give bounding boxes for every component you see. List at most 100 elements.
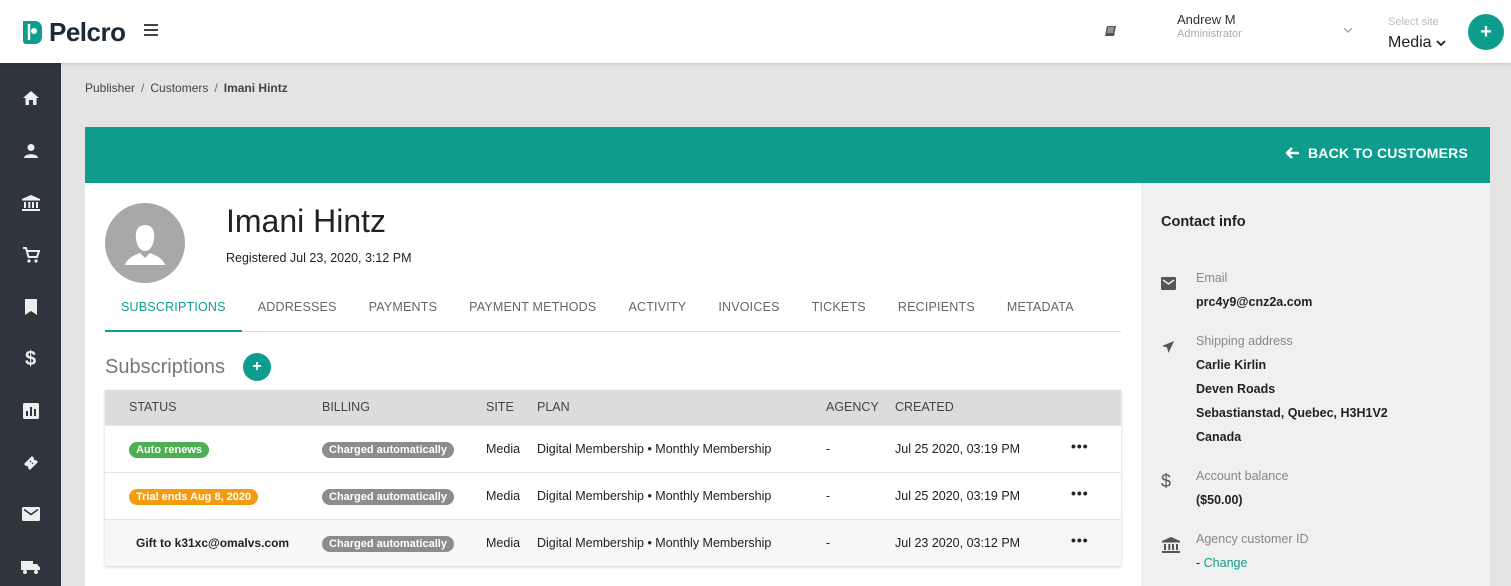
top-bar: Pelcro Andrew M Administrator Select sit… — [0, 0, 1511, 63]
shipping-address-label: Shipping address — [1196, 334, 1293, 348]
book-icon[interactable] — [1104, 24, 1118, 38]
shipping-address-line-3: Sebastianstad, Quebec, H3H1V2 — [1196, 406, 1388, 420]
customer-name: Imani Hintz — [226, 203, 387, 239]
sidebar-item-bank[interactable] — [0, 183, 61, 223]
tab-activity[interactable]: ACTIVITY — [612, 289, 702, 332]
chevron-down-icon — [1435, 40, 1446, 47]
tab-payment-methods[interactable]: PAYMENT METHODS — [453, 289, 612, 332]
account-balance-value: ($50.00) — [1196, 493, 1243, 507]
contact-info-heading: Contact info — [1161, 214, 1246, 230]
table-row[interactable]: Trial ends Aug 8, 2020 Charged automatic… — [105, 472, 1121, 519]
sidebar-item-shipping[interactable] — [0, 547, 61, 586]
gift-recipient-text: Gift to k31xc@omalvs.com — [136, 536, 290, 550]
account-balance-label: Account balance — [1196, 469, 1289, 483]
bookmark-icon — [24, 299, 37, 315]
sidebar-item-cart[interactable] — [0, 235, 61, 275]
sidebar-item-customers[interactable] — [0, 131, 61, 171]
home-icon — [22, 91, 39, 105]
site-select-value: Media — [1388, 34, 1432, 51]
tab-addresses[interactable]: ADDRESSES — [242, 289, 353, 332]
add-subscription-button[interactable]: + — [243, 353, 271, 381]
shipping-address-line-1: Carlie Kirlin — [1196, 358, 1267, 372]
pelcro-logo-icon — [23, 21, 42, 44]
created-cell: Jul 23 2020, 03:12 PM — [895, 536, 1021, 550]
registered-date: Registered Jul 23, 2020, 3:12 PM — [226, 251, 412, 265]
breadcrumb-current: Imani Hintz — [223, 81, 288, 95]
agency-customer-id-label: Agency customer ID — [1196, 532, 1309, 546]
email-icon — [1161, 277, 1176, 290]
sidebar-item-home[interactable] — [0, 78, 61, 118]
site-cell: Media — [486, 442, 521, 456]
shipping-address-line-4: Canada — [1196, 430, 1242, 444]
site-cell: Media — [486, 489, 521, 503]
created-cell: Jul 25 2020, 03:19 PM — [895, 442, 1021, 456]
bank-icon — [1162, 537, 1180, 553]
pelcro-logo[interactable]: Pelcro — [20, 17, 126, 48]
bank-icon — [21, 195, 40, 211]
customer-card-header: BACK TO CUSTOMERS — [85, 127, 1490, 183]
chart-icon — [22, 403, 39, 419]
column-header-agency[interactable]: AGENCY — [826, 400, 879, 414]
person-icon — [23, 144, 38, 158]
plan-cell: Digital Membership • Monthly Membership — [537, 489, 772, 503]
column-header-plan[interactable]: PLAN — [537, 400, 570, 414]
row-actions-menu-icon[interactable]: ••• — [1071, 485, 1089, 501]
row-actions-menu-icon[interactable]: ••• — [1071, 438, 1089, 454]
agency-change-link[interactable]: Change — [1204, 556, 1248, 570]
cart-icon — [22, 247, 40, 263]
back-to-customers-label: BACK TO CUSTOMERS — [1307, 145, 1468, 161]
breadcrumb: Publisher / Customers / Imani Hintz — [85, 81, 288, 95]
table-row[interactable]: Gift to k31xc@omalvs.com Charged automat… — [105, 519, 1121, 566]
tab-subscriptions[interactable]: SUBSCRIPTIONS — [105, 289, 242, 332]
sidebar-item-reports[interactable] — [0, 391, 61, 431]
column-header-billing[interactable]: BILLING — [322, 400, 370, 414]
site-cell: Media — [486, 536, 521, 550]
column-header-site[interactable]: SITE — [486, 400, 514, 414]
customer-card: Imani Hintz Registered Jul 23, 2020, 3:1… — [85, 183, 1141, 586]
sidebar-item-bookmark[interactable] — [0, 287, 61, 327]
tab-invoices[interactable]: INVOICES — [702, 289, 795, 332]
agency-cell: - — [826, 442, 831, 456]
logo-text: Pelcro — [49, 17, 126, 47]
shipping-address-line-2: Deven Roads — [1196, 382, 1276, 396]
truck-icon — [20, 560, 40, 574]
agency-cell: - — [826, 489, 831, 503]
location-arrow-icon — [1162, 341, 1174, 353]
tab-tickets[interactable]: TICKETS — [796, 289, 882, 332]
breadcrumb-customers[interactable]: Customers — [150, 81, 208, 95]
billing-badge: Charged automatically — [322, 536, 454, 552]
row-actions-menu-icon[interactable]: ••• — [1071, 532, 1089, 548]
add-button[interactable]: + — [1468, 14, 1504, 50]
email-value[interactable]: prc4y9@cnz2a.com — [1196, 290, 1312, 314]
sidebar: $ — [0, 63, 61, 586]
tab-recipients[interactable]: RECIPIENTS — [882, 289, 991, 332]
table-row[interactable]: Auto renews Charged automatically Media … — [105, 425, 1121, 472]
column-header-created[interactable]: CREATED — [895, 400, 954, 414]
plan-cell: Digital Membership • Monthly Membership — [537, 442, 772, 456]
chevron-down-icon[interactable] — [1343, 26, 1353, 34]
contact-info-panel: Contact info Email prc4y9@cnz2a.com Ship… — [1141, 183, 1490, 586]
mail-icon — [21, 507, 40, 521]
dollar-icon: $ — [1161, 471, 1172, 491]
sidebar-item-billing[interactable]: $ — [0, 339, 61, 379]
column-header-status[interactable]: STATUS — [129, 400, 176, 414]
ticket-icon — [23, 456, 38, 470]
customer-tabs: SUBSCRIPTIONS ADDRESSES PAYMENTS PAYMENT… — [105, 289, 1121, 332]
site-select-label: Select site — [1388, 16, 1439, 28]
table-header: STATUS BILLING SITE PLAN AGENCY CREATED — [105, 390, 1121, 425]
person-placeholder-icon — [125, 225, 165, 265]
breadcrumb-publisher[interactable]: Publisher — [85, 81, 135, 95]
back-to-customers-button[interactable]: BACK TO CUSTOMERS — [1285, 145, 1468, 161]
sidebar-item-mail[interactable] — [0, 494, 61, 534]
sidebar-item-coupons[interactable] — [0, 443, 61, 483]
avatar — [105, 203, 185, 283]
tab-metadata[interactable]: METADATA — [991, 289, 1090, 332]
site-select[interactable]: Select site Media — [1388, 16, 1446, 52]
user-menu[interactable]: Andrew M Administrator — [1177, 12, 1242, 40]
tab-payments[interactable]: PAYMENTS — [353, 289, 454, 332]
menu-toggle-icon[interactable] — [144, 24, 158, 36]
user-role: Administrator — [1177, 28, 1242, 40]
billing-badge: Charged automatically — [322, 489, 454, 505]
email-label: Email — [1196, 271, 1228, 285]
subscriptions-table: STATUS BILLING SITE PLAN AGENCY CREATED … — [105, 390, 1121, 566]
